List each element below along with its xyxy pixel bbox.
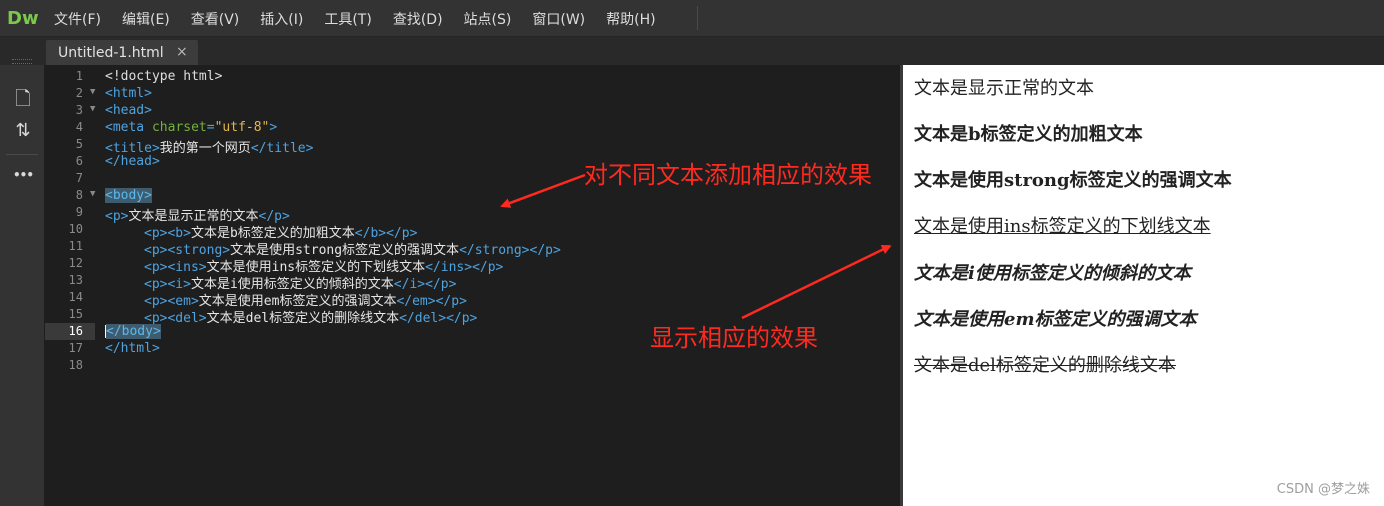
annotation-arrow-top [500,173,586,208]
annotation-arrows [500,173,892,320]
annotation-top: 对不同文本添加相应的效果 [584,161,872,189]
annotation-arrow-bottom [741,244,892,320]
annotation-bottom: 显示相应的效果 [650,324,818,352]
